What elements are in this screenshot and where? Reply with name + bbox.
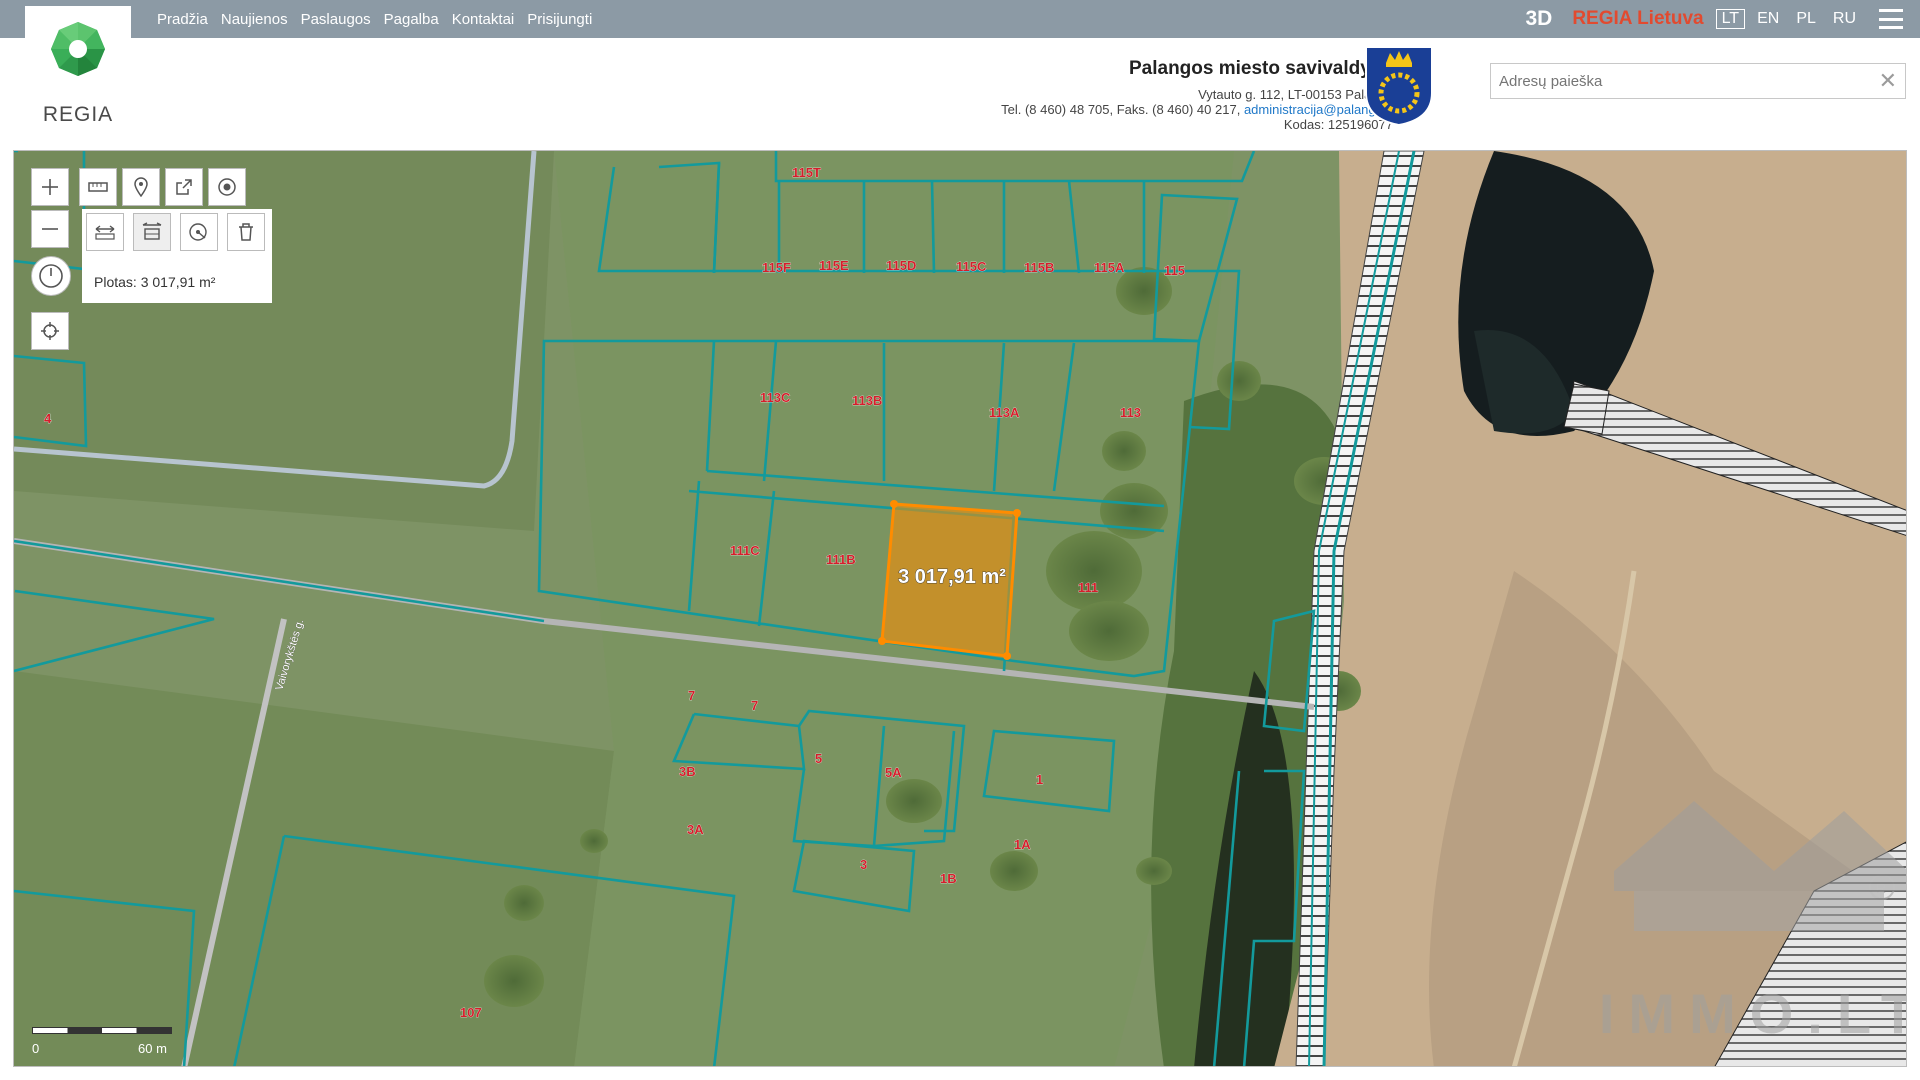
share-button[interactable] bbox=[165, 168, 203, 206]
plus-icon bbox=[42, 179, 58, 195]
nav-help[interactable]: Pagalba bbox=[384, 11, 439, 28]
area-icon bbox=[142, 222, 162, 240]
measure-distance-button[interactable] bbox=[86, 213, 124, 251]
main-nav: Pradžia Naujienos Paslaugos Pagalba Kont… bbox=[157, 0, 592, 38]
search-input[interactable] bbox=[1491, 64, 1877, 98]
measure-area-button[interactable] bbox=[133, 213, 171, 251]
zoom-in-button[interactable] bbox=[31, 168, 69, 206]
parcel-label: 7 bbox=[751, 698, 758, 713]
clear-search-icon[interactable]: ✕ bbox=[1879, 69, 1897, 93]
logo-text: REGIA bbox=[42, 103, 114, 126]
radius-icon bbox=[189, 223, 207, 241]
menu-icon[interactable] bbox=[1879, 9, 1903, 29]
parcel-label: 111 bbox=[1078, 580, 1098, 595]
lang-en[interactable]: EN bbox=[1757, 10, 1779, 28]
regia-lietuva-link[interactable]: REGIA Lietuva bbox=[1572, 8, 1703, 30]
map-pin-icon bbox=[134, 177, 148, 197]
distance-icon bbox=[95, 225, 115, 240]
nav-login[interactable]: Prisijungti bbox=[527, 11, 592, 28]
scale-max-label: 60 m bbox=[138, 1041, 167, 1056]
watermark-text: IMMO.LT bbox=[1599, 982, 1907, 1045]
parcel-label: 1 bbox=[1036, 772, 1043, 787]
nav-services[interactable]: Paslaugos bbox=[301, 11, 371, 28]
registered-mark: R bbox=[1876, 880, 1886, 896]
parcel-label: 1B bbox=[940, 871, 957, 886]
minus-icon bbox=[42, 228, 58, 230]
measure-map-label: 3 017,91 m² bbox=[898, 566, 1006, 588]
scale-min-label: 0 bbox=[32, 1041, 40, 1056]
locate-button[interactable] bbox=[31, 312, 69, 350]
municipality-phones: Tel. (8 460) 48 705, Faks. (8 460) 40 21… bbox=[1001, 102, 1393, 117]
measure-panel: Plotas: 3 017,91 m² bbox=[82, 209, 272, 303]
3d-button[interactable]: 3D bbox=[1525, 7, 1552, 31]
lang-pl[interactable]: PL bbox=[1796, 10, 1816, 28]
parcel-label: 4 bbox=[44, 411, 52, 426]
scale-bar: 0 60 m bbox=[32, 1027, 180, 1057]
parcel-label: 113B bbox=[852, 393, 882, 408]
parcel-label: 113C bbox=[760, 390, 791, 405]
parcel-label: 111C bbox=[730, 543, 760, 558]
phones-text: Tel. (8 460) 48 705, Faks. (8 460) 40 21… bbox=[1001, 102, 1241, 117]
nav-contacts[interactable]: Kontaktai bbox=[452, 11, 515, 28]
delete-measure-button[interactable] bbox=[227, 213, 265, 251]
history-button[interactable] bbox=[31, 256, 71, 296]
address-search: ✕ bbox=[1490, 63, 1906, 99]
target-icon bbox=[218, 178, 236, 196]
parcel-label: 5A bbox=[885, 765, 902, 780]
nav-home[interactable]: Pradžia bbox=[157, 11, 208, 28]
field-area bbox=[14, 151, 554, 531]
parcel-label: 115A bbox=[1094, 260, 1125, 275]
layers-button[interactable] bbox=[208, 168, 246, 206]
parcel-label: 3B bbox=[679, 764, 696, 779]
parcel-label: 115D bbox=[886, 258, 916, 273]
parcel-label: 7 bbox=[688, 688, 695, 703]
crosshair-icon bbox=[41, 322, 59, 340]
share-icon bbox=[176, 179, 192, 195]
scale-bar-graphic bbox=[32, 1027, 172, 1034]
parcel-label: 115 bbox=[1164, 263, 1185, 278]
regia-logo[interactable]: REGIA bbox=[25, 6, 131, 130]
parcel-label: 3A bbox=[687, 822, 704, 837]
map-viewport[interactable]: 3 017,91 m² 115T 115F 115E 115D 115C 115… bbox=[13, 150, 1907, 1067]
coat-of-arms-icon bbox=[1365, 46, 1433, 127]
parcel-label: 113A bbox=[989, 405, 1020, 420]
measure-area-text: Plotas: 3 017,91 m² bbox=[94, 274, 216, 290]
parcel-label: 115E bbox=[819, 258, 849, 273]
parcel-label: 115C bbox=[956, 259, 987, 274]
marker-button[interactable] bbox=[122, 168, 160, 206]
zoom-out-button[interactable] bbox=[31, 210, 69, 248]
parcel-label: 113 bbox=[1120, 405, 1141, 420]
parcel-label: 107 bbox=[460, 1005, 482, 1020]
measure-tool-button[interactable] bbox=[79, 168, 117, 206]
parcel-label: 3 bbox=[860, 857, 867, 872]
parcel-label: 5 bbox=[815, 751, 822, 766]
top-right-controls: 3D REGIA Lietuva LT EN PL RU bbox=[1525, 0, 1920, 38]
parcel-label: 115B bbox=[1024, 260, 1054, 275]
lang-ru[interactable]: RU bbox=[1833, 10, 1856, 28]
top-bar: Pradžia Naujienos Paslaugos Pagalba Kont… bbox=[0, 0, 1920, 38]
trash-icon bbox=[239, 223, 253, 241]
ruler-icon bbox=[88, 182, 108, 192]
clock-icon bbox=[39, 264, 63, 288]
map-canvas: 3 017,91 m² 115T 115F 115E 115D 115C 115… bbox=[14, 151, 1907, 1066]
regia-logo-icon bbox=[51, 22, 105, 76]
municipality-name: Palangos miesto savivaldybė bbox=[1128, 58, 1393, 79]
measure-radius-button[interactable] bbox=[180, 213, 218, 251]
nav-news[interactable]: Naujienos bbox=[221, 11, 288, 28]
parcel-label: 1A bbox=[1014, 837, 1031, 852]
lang-lt[interactable]: LT bbox=[1715, 9, 1746, 29]
parcel-label: 115T bbox=[792, 165, 821, 180]
parcel-label: 115F bbox=[762, 260, 791, 275]
parcel-label: 111B bbox=[826, 552, 856, 567]
